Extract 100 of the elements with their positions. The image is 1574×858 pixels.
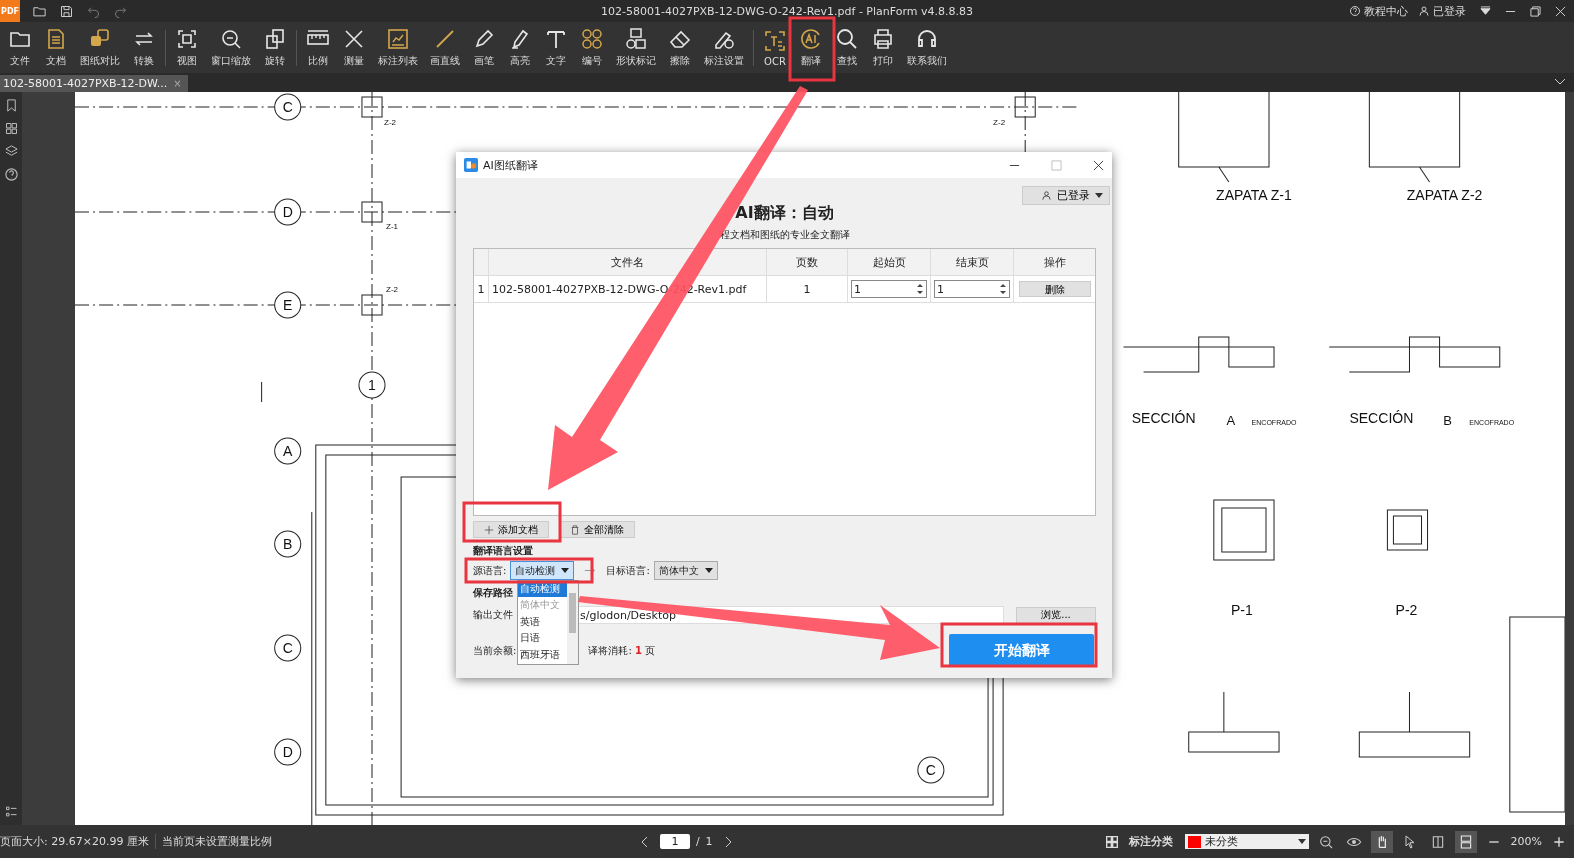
help-icon [1349,5,1361,17]
caret-icon [1297,839,1306,844]
toolbar-button[interactable]: 文字 [538,25,574,70]
grid-bubble: A [274,437,302,465]
drawing-label: SECCIÓN [1131,410,1196,426]
toolbar-button[interactable]: 形状标记 [610,25,662,70]
category-label: 标注分类 [1128,834,1173,849]
dropdown-icon[interactable] [1480,5,1491,17]
column-header: 结束页 [931,249,1014,275]
zoom-level-text: 200% [1510,835,1542,848]
toolbar-button[interactable]: 高亮 [502,25,538,70]
continuous-page-icon[interactable] [1454,830,1477,853]
caret-icon [561,568,570,573]
toolbar-button[interactable]: 编号 [574,25,610,70]
title-bar-link[interactable]: 已登录 [1418,3,1466,19]
thumbnails-icon[interactable] [3,121,19,136]
previous-page-icon[interactable] [639,835,648,848]
delete-button[interactable]: 删除 [1018,281,1091,297]
dialog-heading: AI翻译：自动 [734,203,835,224]
next-page-icon[interactable] [724,835,733,848]
add-document-button[interactable]: 添加文档 [473,521,549,538]
output-folder-label: 输出文件 [473,608,513,622]
save-icon[interactable] [59,3,74,19]
spin-arrows-icon[interactable] [916,282,924,296]
column-header: 起始页 [848,249,931,275]
page-number-field[interactable]: 1 [659,834,690,849]
drawing-label: ZAPATA Z-2 [1406,187,1483,203]
grid-bubble: B [274,530,302,558]
login-dropdown[interactable]: 已登录 [1022,186,1110,205]
grid-bubble: E [274,291,302,319]
layers-icon[interactable] [3,144,19,159]
user-icon [1041,190,1052,201]
toolbar-button[interactable]: 打印 [865,25,901,70]
row-number: 1 [474,276,489,302]
category-dropdown[interactable]: 未分类 [1184,834,1309,849]
drawing-label: P-2 [1395,602,1418,618]
hand-tool-icon[interactable] [1370,830,1393,853]
grid-bubble: C [917,756,945,784]
language-option[interactable]: 英语 [518,613,567,631]
toolbar-button[interactable]: 查找 [829,25,865,70]
grid-bubble: D [274,198,302,226]
drawing-label: B [1443,413,1452,428]
toolbar-button[interactable]: 视图 [169,25,205,70]
start-page-spinbox[interactable]: 1 [851,280,927,298]
plus-icon [484,524,494,535]
toolbar-button[interactable]: 画直线 [424,25,466,70]
toolbar-button[interactable]: 画笔 [466,25,502,70]
balance-label: 当前余额: [473,643,517,658]
toolbar-button[interactable]: 擦除 [662,25,698,70]
toolbar-button[interactable]: 测量 [336,25,372,70]
restore-icon[interactable] [1530,5,1541,17]
toolbar-button[interactable]: 标注设置 [698,25,750,70]
grid-bubble: C [274,634,302,662]
caret-icon [704,568,713,573]
end-page-spinbox[interactable]: 1 [934,280,1010,298]
toolbar-button[interactable]: 文档 [38,25,74,70]
list-icon[interactable] [3,804,19,819]
column-header: 操作 [1042,254,1067,271]
grid-bubble: C [274,93,302,121]
toolbar-button[interactable]: 窗口缩放 [205,25,257,70]
window-title: 102-58001-4027PXB-12-DWG-O-242-Rev1.pdf - PlanForm v4.8.8.83 [601,4,973,18]
toolbar-button[interactable]: 联系我们 [901,25,953,70]
section-heading: 保存路径 [473,586,513,600]
arrow-right-icon [584,566,597,575]
source-language-select[interactable]: 自动检测 [510,561,575,580]
grid-bubble: 1 [358,371,386,399]
clear-all-button[interactable]: 全部清除 [559,521,635,538]
caret-icon [1095,193,1103,198]
spin-arrows-icon[interactable] [999,282,1007,296]
drawing-label: SECCIÓN [1349,410,1414,426]
language-option[interactable]: 日语 [518,630,567,647]
browse-button[interactable]: 浏览... [1016,606,1096,624]
column-header: 页数 [767,249,848,275]
source-language-label: 源语言: [473,563,507,578]
drawing-label: P-1 [1231,602,1253,618]
target-language-select[interactable]: 简体中文 [653,561,718,580]
toolbar-button[interactable]: 文件 [2,25,38,70]
language-option[interactable]: 西班牙语 [518,646,567,663]
close-icon[interactable] [1093,159,1104,171]
grid-bubble: D [274,738,302,766]
toolbar-button[interactable]: 旋转 [257,25,293,70]
help-icon[interactable] [3,167,19,182]
scale-note-text: 当前页未设置测量比例 [154,834,272,849]
toolbar-button[interactable]: 标注列表 [372,25,424,70]
drawing-label: A [1226,413,1236,428]
maximize-icon [1051,159,1062,171]
chevron-down-icon[interactable] [1554,78,1566,86]
scrollbar[interactable] [567,581,578,664]
toolbar-button[interactable]: OCR [757,26,793,69]
toolbar-button[interactable]: 比例 [300,25,336,70]
document-tab[interactable]: 102-58001-4027PXB-12-DW... × [0,75,188,92]
page-separator: / [695,835,700,848]
title-bar-link[interactable]: 教程中心 [1349,3,1408,19]
toolbar-button[interactable]: 图纸对比 [74,25,126,70]
cost-text: 译将消耗: 1 页 [588,643,656,658]
app-logo: PDF [0,0,20,22]
page-total-text: 1 [705,835,713,848]
trash-icon [570,524,580,535]
page-size-text: 页面大小: 29.67×20.99 厘米 [0,834,149,849]
toolbar-button[interactable]: 转换 [126,25,162,70]
